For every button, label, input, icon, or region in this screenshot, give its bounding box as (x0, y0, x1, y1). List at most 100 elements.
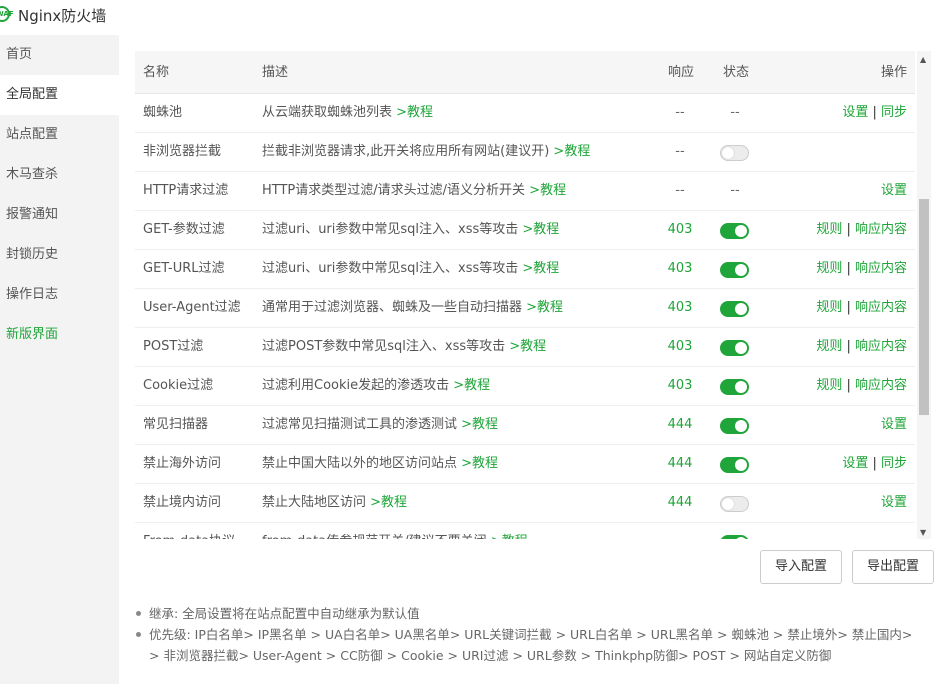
tutorial-link[interactable]: >教程 (509, 339, 546, 354)
status-toggle[interactable] (720, 262, 749, 278)
tutorial-link[interactable]: >教程 (370, 495, 407, 510)
firewall-logo-icon: WAF (0, 6, 14, 22)
tutorial-link[interactable]: >教程 (526, 300, 563, 315)
rule-name: 常见扫描器 (143, 417, 209, 432)
action-link[interactable]: 规则 (816, 378, 842, 393)
response-code: -- (675, 144, 685, 159)
rule-description-text: 过滤uri、uri参数中常见sql注入、xss等攻击 (262, 222, 523, 237)
tutorial-link[interactable]: >教程 (522, 222, 559, 237)
action-link[interactable]: 设置 (881, 417, 907, 432)
rule-name: HTTP请求过滤 (143, 183, 229, 198)
action-link[interactable]: 设置 (842, 105, 868, 120)
status-toggle[interactable] (720, 301, 749, 317)
toggle-knob (722, 147, 734, 159)
response-code: 403 (667, 222, 693, 237)
rule-description: HTTP请求类型过滤/请求头过滤/语义分析开关 >教程 (262, 172, 566, 210)
rule-name: From-data协议 (143, 523, 235, 539)
row-actions: 设置 (881, 172, 907, 210)
import-config-button[interactable]: 导入配置 (760, 550, 842, 584)
action-separator: | (842, 339, 855, 354)
tutorial-link[interactable]: >教程 (491, 534, 528, 539)
action-link[interactable]: 响应内容 (855, 261, 907, 276)
action-link[interactable]: 设置 (881, 183, 907, 198)
tutorial-link[interactable]: >教程 (453, 378, 490, 393)
sidebar: 首页 全局配置 站点配置 木马查杀 报警通知 封锁历史 操作日志 新版界面 (0, 35, 119, 684)
action-link[interactable]: 设置 (842, 456, 868, 471)
scroll-down-arrow-icon[interactable]: ▼ (920, 528, 926, 537)
action-link[interactable]: 响应内容 (855, 300, 907, 315)
status-toggle[interactable] (720, 418, 749, 434)
note-inherit: 继承: 全局设置将在站点配置中自动继承为默认值 (133, 603, 923, 624)
toggle-knob (735, 303, 747, 315)
action-link[interactable]: 规则 (816, 300, 842, 315)
action-link[interactable]: 同步 (881, 105, 907, 120)
table-row: 禁止境内访问 禁止大陆地区访问 >教程 444 设置 (135, 484, 915, 523)
toggle-knob (735, 420, 747, 432)
tutorial-link[interactable]: >教程 (529, 183, 566, 198)
rules-table: 名称 描述 响应 状态 操作 蜘蛛池 从云端获取蜘蛛池列表 >教程 -- -- 设置 |… (135, 51, 915, 539)
action-link[interactable]: 同步 (881, 456, 907, 471)
header-ops: 操作 (880, 65, 907, 80)
action-separator: | (842, 300, 855, 315)
status-toggle[interactable] (720, 223, 749, 239)
sidebar-item-5[interactable]: 封锁历史 (0, 235, 119, 275)
sidebar-item-4[interactable]: 报警通知 (0, 195, 119, 235)
row-actions: 规则 | 响应内容 (816, 211, 907, 249)
scrollbar-thumb[interactable] (919, 199, 929, 415)
action-separator: | (842, 261, 855, 276)
tutorial-link[interactable]: >教程 (553, 144, 590, 159)
export-config-button[interactable]: 导出配置 (852, 550, 934, 584)
status-toggle[interactable] (720, 457, 749, 473)
action-link[interactable]: 设置 (881, 495, 907, 510)
status-toggle[interactable] (720, 379, 749, 395)
action-link[interactable]: 响应内容 (855, 222, 907, 237)
sidebar-item-2[interactable]: 站点配置 (0, 115, 119, 155)
action-link[interactable]: 规则 (816, 261, 842, 276)
response-code: 403 (667, 339, 693, 354)
rule-description-text: 拦截非浏览器请求,此开关将应用所有网站(建议开) (262, 144, 554, 159)
sidebar-item-1[interactable]: 全局配置 (0, 75, 119, 115)
sidebar-item-3[interactable]: 木马查杀 (0, 155, 119, 195)
status-cell (720, 328, 750, 366)
tutorial-link[interactable]: >教程 (522, 261, 559, 276)
tutorial-link[interactable]: >教程 (396, 105, 433, 120)
row-actions: 规则 | 响应内容 (816, 367, 907, 405)
scroll-up-arrow-icon[interactable]: ▲ (920, 55, 926, 64)
status-toggle[interactable] (720, 535, 749, 539)
toggle-knob (722, 498, 734, 510)
status-cell (720, 250, 750, 288)
action-link[interactable]: 规则 (816, 222, 842, 237)
response-code: -- (675, 183, 685, 198)
table-body: 蜘蛛池 从云端获取蜘蛛池列表 >教程 -- -- 设置 | 同步 非浏览器拦截 拦截非浏览器… (135, 94, 915, 539)
response-code: 444 (667, 495, 693, 510)
table-row: GET-参数过滤 过滤uri、uri参数中常见sql注入、xss等攻击 >教程 40… (135, 211, 915, 250)
title-bar: WAF Nginx防火墙 (0, 0, 946, 30)
notes-list: 继承: 全局设置将在站点配置中自动继承为默认值 优先级: IP白名单> IP黑名… (133, 603, 923, 666)
table-row: 蜘蛛池 从云端获取蜘蛛池列表 >教程 -- -- 设置 | 同步 (135, 94, 915, 133)
table-row: 非浏览器拦截 拦截非浏览器请求,此开关将应用所有网站(建议开) >教程 -- (135, 133, 915, 172)
status-toggle[interactable] (720, 496, 749, 512)
action-link[interactable]: 规则 (816, 339, 842, 354)
note-priority: 优先级: IP白名单> IP黑名单 > UA白名单> UA黑名单> URL关键词… (133, 624, 923, 666)
rule-description-text: 过滤POST参数中常见sql注入、xss等攻击 (262, 339, 510, 354)
sidebar-item-0[interactable]: 首页 (0, 35, 119, 75)
sidebar-item-7[interactable]: 新版界面 (0, 315, 119, 355)
status-toggle[interactable] (720, 145, 749, 161)
rule-description-text: 通常用于过滤浏览器、蜘蛛及一些自动扫描器 (262, 300, 527, 315)
action-link[interactable]: 响应内容 (855, 378, 907, 393)
tutorial-link[interactable]: >教程 (461, 417, 498, 432)
action-link[interactable]: 响应内容 (855, 339, 907, 354)
table-scrollbar[interactable]: ▲ ▼ (917, 51, 931, 539)
toggle-knob (735, 537, 747, 539)
window-title: Nginx防火墙 (18, 7, 107, 25)
tutorial-link[interactable]: >教程 (461, 456, 498, 471)
rule-description-text: 禁止大陆地区访问 (262, 495, 371, 510)
rule-name: Cookie过滤 (143, 378, 214, 393)
bullet-icon (136, 632, 141, 637)
rule-description: 过滤uri、uri参数中常见sql注入、xss等攻击 >教程 (262, 250, 559, 288)
sidebar-item-6[interactable]: 操作日志 (0, 275, 119, 315)
row-actions: 设置 | 同步 (842, 445, 907, 483)
toggle-knob (735, 264, 747, 276)
status-toggle[interactable] (720, 340, 749, 356)
header-response: 响应 (668, 65, 695, 80)
